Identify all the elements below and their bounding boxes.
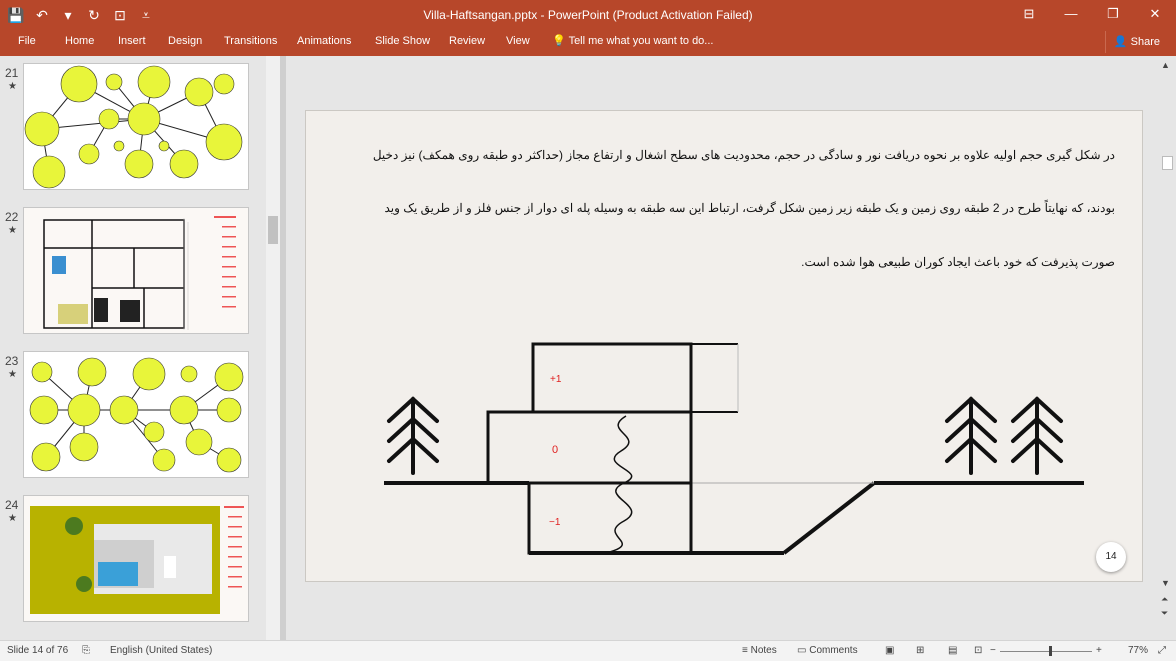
ground-line: [384, 481, 1084, 555]
page-number-badge: 14: [1096, 542, 1126, 572]
zoom-slider[interactable]: [1000, 651, 1092, 652]
title-bar: 💾 ↶ ▾ ↻ ⊡ ⩡ Villa-Haftsangan.pptx - Powe…: [0, 0, 1176, 30]
level-label-plus1: +1: [550, 374, 562, 385]
language-indicator[interactable]: English (United States): [110, 645, 212, 656]
undo-icon[interactable]: ↶: [32, 5, 52, 25]
tab-transitions[interactable]: Transitions: [224, 34, 277, 48]
zoom-level[interactable]: 77%: [1128, 645, 1148, 656]
tab-file[interactable]: File: [18, 34, 36, 48]
tell-me-box[interactable]: 💡 Tell me what you want to do...: [552, 34, 713, 48]
ribbon-tabs: File Home Insert Design Transitions Anim…: [0, 30, 1176, 56]
current-slide: در شکل گیری حجم اولیه علاوه بر نحوه دریا…: [305, 110, 1143, 582]
scroll-down-icon[interactable]: ▼: [1161, 578, 1170, 588]
slideshow-view-icon[interactable]: ⊡: [974, 645, 982, 656]
tab-home[interactable]: Home: [65, 34, 94, 48]
undo-dropdown-icon[interactable]: ▾: [58, 5, 78, 25]
slide-thumbnail-21[interactable]: 21 ★: [0, 63, 266, 203]
floor-plan-preview: [24, 208, 248, 333]
next-slide-icon[interactable]: ⏷: [1161, 608, 1168, 619]
slide-number: 22: [5, 210, 19, 224]
notes-label: Notes: [750, 645, 777, 656]
animation-star-icon: ★: [8, 225, 17, 236]
customize-qat-icon[interactable]: ⩡: [136, 5, 156, 25]
spell-check-icon[interactable]: ⎘: [82, 645, 90, 656]
tab-view[interactable]: View: [506, 34, 530, 48]
tab-slide-show[interactable]: Slide Show: [375, 34, 430, 48]
slide-preview: [23, 63, 249, 190]
slide-number: 21: [5, 66, 19, 80]
comment-icon: ▭: [797, 645, 807, 656]
window-title: Villa-Haftsangan.pptx - PowerPoint (Prod…: [423, 8, 753, 22]
normal-view-icon[interactable]: ▣: [885, 645, 894, 656]
slide-thumbnail-24[interactable]: 24 ★: [0, 495, 266, 635]
tab-review[interactable]: Review: [449, 34, 485, 48]
reading-view-icon[interactable]: ▤: [948, 645, 957, 656]
zoom-slider-knob[interactable]: [1049, 646, 1052, 656]
tree-right-1: [945, 396, 997, 475]
slide-preview: [23, 351, 249, 478]
lightbulb-icon: 💡: [552, 35, 566, 47]
slide-number: 24: [5, 498, 19, 512]
scroll-thumb[interactable]: [1162, 156, 1173, 170]
comments-label: Comments: [809, 645, 858, 656]
animation-star-icon: ★: [8, 81, 17, 92]
tab-insert[interactable]: Insert: [118, 34, 146, 48]
site-plan-preview: [24, 496, 248, 621]
maximize-icon[interactable]: ❐: [1092, 0, 1134, 30]
zoom-out-icon[interactable]: −: [990, 645, 996, 656]
ribbon-display-icon[interactable]: ⊟: [1008, 0, 1050, 30]
thumbnail-scrollbar[interactable]: [266, 56, 280, 640]
zoom-in-icon[interactable]: +: [1096, 645, 1102, 656]
close-icon[interactable]: ✕: [1134, 0, 1176, 30]
slide-preview: [23, 495, 249, 622]
slide-counter: Slide 14 of 76: [7, 645, 69, 656]
share-label: Share: [1130, 36, 1160, 48]
previous-slide-icon[interactable]: ⏶: [1161, 594, 1168, 605]
window-controls: ⊟ — ❐ ✕: [1008, 0, 1176, 30]
slide-number: 23: [5, 354, 19, 368]
notes-icon: ≡: [742, 645, 748, 656]
redo-icon[interactable]: ↻: [84, 5, 104, 25]
quick-access-toolbar: 💾 ↶ ▾ ↻ ⊡ ⩡: [6, 5, 156, 25]
fit-slide-icon[interactable]: ⤢: [1158, 645, 1166, 656]
scroll-thumb[interactable]: [268, 216, 278, 244]
level-0-box: [486, 410, 693, 485]
share-button[interactable]: 👤 Share: [1104, 31, 1168, 53]
status-bar: Slide 14 of 76 ⎘ English (United States)…: [0, 640, 1176, 661]
slide-scrollbar[interactable]: ▲ ▼ ⏶ ⏷: [1158, 56, 1176, 640]
level-label-0: 0: [552, 444, 558, 456]
section-diagram: +1 0 −1: [384, 342, 1084, 555]
animation-star-icon: ★: [8, 513, 17, 524]
level-label-minus1: −1: [549, 517, 561, 528]
bubble-diagram-preview: [29, 357, 244, 473]
animation-star-icon: ★: [8, 369, 17, 380]
scroll-up-icon[interactable]: ▲: [1161, 60, 1170, 70]
person-icon: 👤: [1113, 36, 1128, 48]
bubble-diagram-preview: [24, 65, 243, 189]
tab-animations[interactable]: Animations: [297, 34, 351, 48]
slide-sorter-icon[interactable]: ⊞: [916, 645, 924, 656]
save-icon[interactable]: 💾: [6, 5, 26, 25]
slide-thumbnail-pane: 21 ★ 22 ★ 23 ★ 24 ★: [0, 56, 266, 640]
comments-button[interactable]: ▭ Comments: [797, 645, 858, 656]
notes-button[interactable]: ≡ Notes: [742, 645, 777, 656]
tab-design[interactable]: Design: [168, 34, 202, 48]
slide-preview: [23, 207, 249, 334]
tell-me-text: Tell me what you want to do...: [568, 35, 714, 47]
slide-editor: در شکل گیری حجم اولیه علاوه بر نحوه دریا…: [286, 56, 1158, 640]
present-icon[interactable]: ⊡: [110, 5, 130, 25]
tree-right-2: [1011, 396, 1063, 475]
slide-thumbnail-22[interactable]: 22 ★: [0, 207, 266, 347]
tree-left: [387, 396, 439, 475]
minimize-icon[interactable]: —: [1050, 0, 1092, 30]
slide-thumbnail-23[interactable]: 23 ★: [0, 351, 266, 491]
